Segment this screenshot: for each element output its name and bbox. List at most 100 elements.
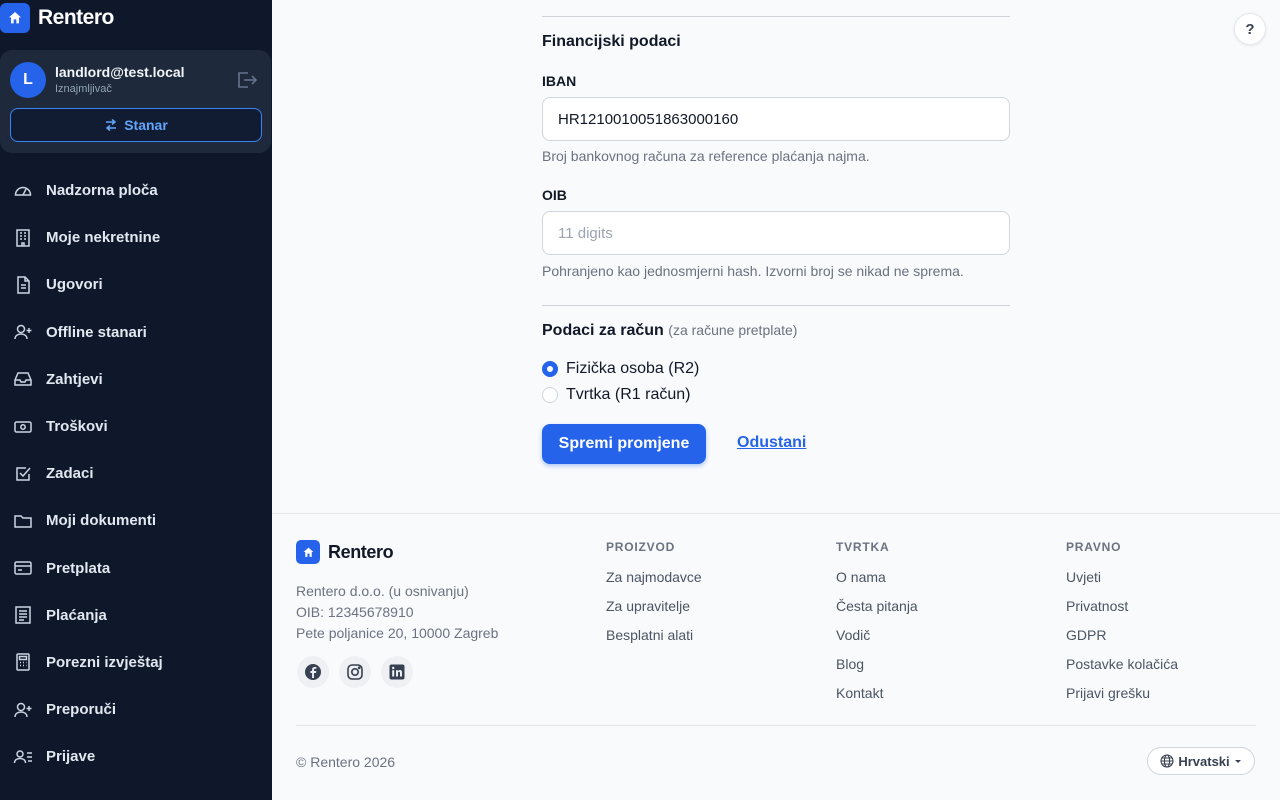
footer-link[interactable]: Prijavi grešku xyxy=(1066,678,1178,707)
footer-column-pravno: PRAVNO Uvjeti Privatnost GDPR Postavke k… xyxy=(1066,540,1178,706)
home-icon xyxy=(0,3,30,33)
switch-icon xyxy=(106,118,117,132)
sidebar-item-label: Offline stanari xyxy=(46,323,147,341)
globe-icon xyxy=(1160,754,1174,768)
sidebar-item-troskovi[interactable]: Troškovi xyxy=(0,403,272,450)
invoice-title: Podaci za račun xyxy=(542,322,664,339)
sidebar-item-pretplata[interactable]: Pretplata xyxy=(0,545,272,592)
sidebar-item-zadaci[interactable]: Zadaci xyxy=(0,450,272,497)
brand-name: Rentero xyxy=(38,6,114,29)
invoice-subtitle: (za račune pretplate) xyxy=(668,322,798,338)
radio-option-r1[interactable]: Tvrtka (R1 račun) xyxy=(542,386,690,404)
financial-section-title: Financijski podaci xyxy=(542,33,681,50)
language-label: Hrvatski xyxy=(1178,753,1230,769)
radio-option-r2[interactable]: Fizička osoba (R2) xyxy=(542,360,699,378)
inbox-icon xyxy=(13,369,33,389)
sidebar-item-label: Pretplata xyxy=(46,559,111,577)
footer-column-title: TVRTKA xyxy=(836,540,890,554)
footer-link[interactable]: O nama xyxy=(836,562,918,591)
radio-unchecked[interactable] xyxy=(542,387,558,403)
footer-brand-name: Rentero xyxy=(328,541,394,562)
user-plus-icon xyxy=(13,322,33,342)
footer-link[interactable]: Za upravitelje xyxy=(606,591,702,620)
sidebar-item-label: Plaćanja xyxy=(46,606,107,624)
footer-brand[interactable]: Rentero xyxy=(296,540,394,564)
sidebar-item-label: Ugovori xyxy=(46,276,103,294)
facebook-icon[interactable] xyxy=(297,656,329,688)
linkedin-icon[interactable] xyxy=(381,656,413,688)
sidebar-item-offline-stanari[interactable]: Offline stanari xyxy=(0,309,272,356)
footer-divider xyxy=(296,725,1256,726)
credit-card-icon xyxy=(13,558,33,578)
sidebar-item-moji-dokumenti[interactable]: Moji dokumenti xyxy=(0,497,272,544)
help-button[interactable]: ? xyxy=(1234,13,1266,45)
footer-link[interactable]: Privatnost xyxy=(1066,591,1178,620)
sidebar-item-label: Moji dokumenti xyxy=(46,512,156,530)
user-list-icon xyxy=(13,747,33,767)
gauge-icon xyxy=(13,181,33,201)
footer-link[interactable]: Postavke kolačića xyxy=(1066,649,1178,678)
folder-icon xyxy=(13,511,33,531)
sidebar-item-ugovori[interactable]: Ugovori xyxy=(0,261,272,308)
logout-icon[interactable] xyxy=(236,70,258,90)
iban-input[interactable] xyxy=(542,97,1010,141)
footer-column-tvrtka: TVRTKA O nama Česta pitanja Vodič Blog K… xyxy=(836,540,918,706)
footer: Rentero Rentero d.o.o. (u osnivanju) OIB… xyxy=(272,513,1280,800)
footer-link[interactable]: Za najmodavce xyxy=(606,562,702,591)
cancel-link[interactable]: Odustani xyxy=(737,434,806,452)
footer-link[interactable]: Blog xyxy=(836,649,918,678)
footer-link[interactable]: Besplatni alati xyxy=(606,620,702,649)
footer-link[interactable]: Česta pitanja xyxy=(836,591,918,620)
footer-link[interactable]: Kontakt xyxy=(836,678,918,707)
sidebar-item-label: Preporuči xyxy=(46,701,117,719)
oib-help-text: Pohranjeno kao jednosmjerni hash. Izvorn… xyxy=(542,263,964,279)
brand[interactable]: Rentero xyxy=(0,2,114,34)
oib-label: OIB xyxy=(542,187,567,203)
user-plus-icon xyxy=(13,700,33,720)
calculator-icon xyxy=(13,652,33,672)
radio-label: Tvrtka (R1 račun) xyxy=(566,386,691,403)
avatar: L xyxy=(10,62,46,98)
document-icon xyxy=(13,275,33,295)
oib-input[interactable] xyxy=(542,211,1010,255)
iban-label: IBAN xyxy=(542,73,577,89)
invoice-section-title: Podaci za račun (za račune pretplate) xyxy=(542,322,797,340)
company-oib: OIB: 12345678910 xyxy=(296,604,414,620)
sidebar-item-label: Moje nekretnine xyxy=(46,229,161,247)
switch-role-label: Stanar xyxy=(124,117,168,133)
receipt-icon xyxy=(13,605,33,625)
building-icon xyxy=(13,228,33,248)
instagram-icon[interactable] xyxy=(339,656,371,688)
sidebar-item-moje-nekretnine[interactable]: Moje nekretnine xyxy=(0,214,272,261)
language-select[interactable]: Hrvatski xyxy=(1147,747,1255,775)
home-icon xyxy=(296,540,320,564)
user-role: Iznajmljivač xyxy=(55,83,112,95)
company-name: Rentero d.o.o. (u osnivanju) xyxy=(296,583,469,599)
checkbox-icon xyxy=(13,464,33,484)
save-button[interactable]: Spremi promjene xyxy=(542,424,706,464)
sidebar-item-zahtjevi[interactable]: Zahtjevi xyxy=(0,356,272,403)
sidebar-item-nadzorna-ploca[interactable]: Nadzorna ploča xyxy=(0,167,272,214)
sidebar-item-placanja[interactable]: Plaćanja xyxy=(0,592,272,639)
section-divider xyxy=(542,16,1010,17)
switch-role-button[interactable]: Stanar xyxy=(10,108,262,142)
sidebar-item-label: Prijave xyxy=(46,748,96,766)
sidebar-item-label: Zahtjevi xyxy=(46,370,103,388)
caret-down-icon xyxy=(1234,760,1241,763)
sidebar-item-label: Troškovi xyxy=(46,418,108,436)
banknote-icon xyxy=(13,417,33,437)
sidebar-item-preporuci[interactable]: Preporuči xyxy=(0,686,272,733)
footer-link[interactable]: Uvjeti xyxy=(1066,562,1178,591)
sidebar-item-porezni-izvjestaj[interactable]: Porezni izvještaj xyxy=(0,639,272,686)
footer-link[interactable]: Vodič xyxy=(836,620,918,649)
radio-checked[interactable] xyxy=(542,361,558,377)
copyright: © Rentero 2026 xyxy=(296,754,396,770)
radio-label: Fizička osoba (R2) xyxy=(566,360,700,377)
footer-column-title: PRAVNO xyxy=(1066,540,1122,554)
sidebar-item-prijave[interactable]: Prijave xyxy=(0,733,272,780)
footer-link[interactable]: GDPR xyxy=(1066,620,1178,649)
sidebar-nav: Nadzorna ploča Moje nekretnine Ugovori O… xyxy=(0,167,272,780)
iban-help-text: Broj bankovnog računa za reference plaća… xyxy=(542,148,870,164)
user-card: L landlord@test.local Iznajmljivač Stana… xyxy=(0,50,271,153)
company-address: Pete poljanice 20, 10000 Zagreb xyxy=(296,625,499,641)
